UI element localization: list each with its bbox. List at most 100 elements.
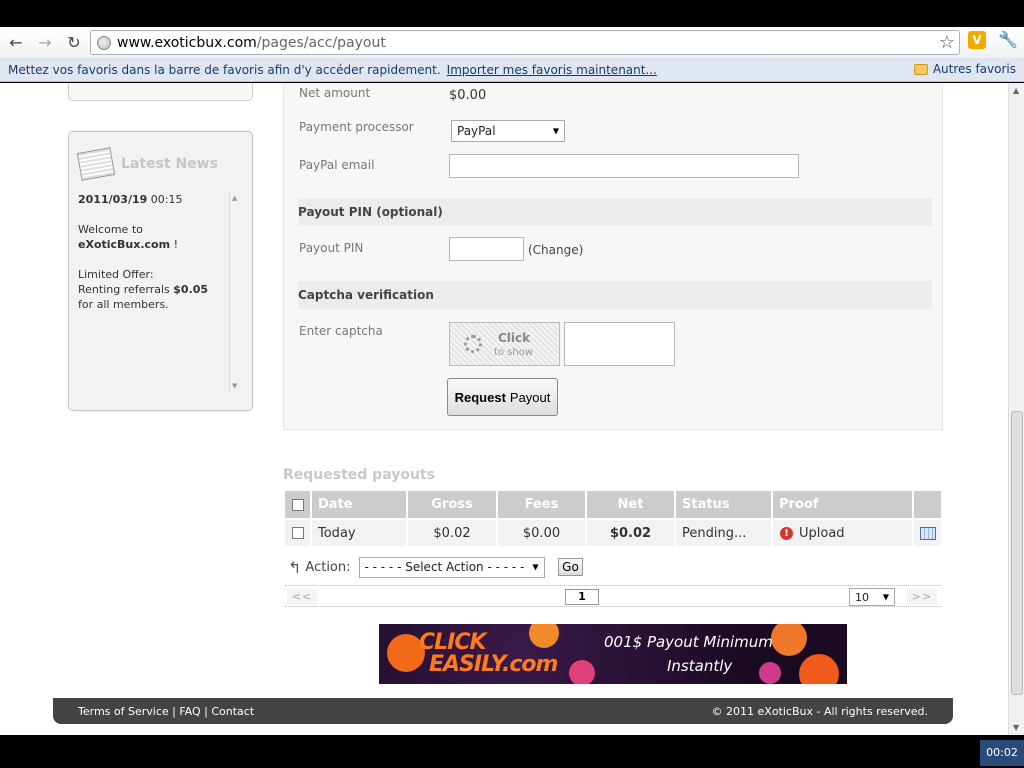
row-status: Pending... (676, 520, 771, 546)
news-offer: Limited Offer: Renting referrals $0.05 fo… (78, 268, 209, 311)
bubble-decoration (569, 660, 595, 684)
url-host: www.exoticbux.com (117, 34, 257, 51)
forward-icon[interactable]: → (32, 30, 58, 56)
scroll-down-icon[interactable]: ▼ (232, 382, 237, 390)
payout-form: Net amount $0.00 Payment processor PayPa… (283, 83, 943, 430)
payout-pin-label: Payout PIN (299, 241, 364, 255)
bookmark-star-icon[interactable]: ☆ (939, 32, 955, 53)
captcha-click-text: Click (498, 331, 531, 345)
column-header-fees[interactable]: Fees (498, 491, 585, 518)
request-payout-button[interactable]: Request Payout (447, 378, 558, 416)
sidebar-box-top (68, 83, 253, 101)
bulk-action-row: ↰ Action: - - - - - Select Action - - - … (288, 555, 545, 579)
page-scrollbar[interactable]: ▲ ▼ (1008, 83, 1024, 735)
next-page-button[interactable]: >> (907, 589, 937, 605)
go-button[interactable]: Go (558, 558, 583, 576)
news-date: 2011/03/19 00:15 (78, 193, 183, 206)
globe-icon (97, 35, 111, 50)
select-all-checkbox[interactable] (291, 498, 304, 511)
net-amount-label: Net amount (299, 86, 371, 100)
other-bookmarks-label: Autres favoris (932, 62, 1016, 76)
select-all-header (285, 491, 310, 518)
bookmarks-bar: Mettez vos favoris dans la barre de favo… (0, 58, 1024, 82)
prev-page-button[interactable]: << (287, 589, 317, 605)
row-checkbox[interactable] (291, 527, 304, 539)
table-row (285, 520, 310, 546)
payout-pin-input[interactable] (449, 237, 524, 261)
bubble-decoration (799, 654, 839, 684)
column-header-net[interactable]: Net (587, 491, 674, 518)
column-header-status[interactable]: Status (676, 491, 771, 518)
chevron-down-icon: ▼ (552, 126, 559, 136)
row-date: Today (312, 520, 406, 546)
news-header: Latest News (76, 147, 218, 181)
news-body: 2011/03/19 00:15 Welcome to eXoticBux.com… (78, 192, 226, 312)
bubble-decoration (759, 662, 781, 684)
net-amount-value: $0.00 (449, 88, 487, 103)
news-title: Latest News (121, 156, 218, 172)
column-header-extra (914, 491, 941, 518)
extension-icon[interactable]: V (968, 31, 986, 49)
wrench-icon[interactable]: 🔧 (998, 30, 1018, 49)
scroll-thumb[interactable] (1011, 411, 1023, 695)
row-fees: $0.00 (498, 520, 585, 546)
calendar-icon[interactable] (919, 526, 936, 540)
scroll-up-icon[interactable]: ▲ (1013, 86, 1019, 95)
page-number-input[interactable]: 1 (565, 589, 599, 605)
column-header-proof[interactable]: Proof (773, 491, 912, 518)
bookmarks-message: Mettez vos favoris dans la barre de favo… (8, 62, 441, 77)
bubble-decoration (529, 624, 559, 648)
taskbar-clock: 00:02 (980, 740, 1024, 766)
latest-news-box: Latest News 2011/03/19 00:15 Welcome to e… (68, 131, 253, 411)
address-bar[interactable]: www.exoticbux.com/pages/acc/payout ☆ (90, 30, 960, 55)
payout-pin-section-header: Payout PIN (optional) (298, 198, 932, 226)
scroll-up-icon[interactable]: ▲ (232, 194, 237, 202)
captcha-image[interactable]: Click to show (449, 322, 560, 366)
action-select-value: - - - - - Select Action - - - - - (364, 560, 525, 574)
banner-text-3: 001$ Payout Minimum (604, 633, 773, 651)
return-arrow-icon: ↰ (288, 557, 302, 577)
scroll-down-icon[interactable]: ▼ (1013, 723, 1019, 732)
bubble-decoration (771, 624, 807, 656)
banner-text-4: Instantly (667, 657, 733, 675)
row-net: $0.02 (587, 520, 674, 546)
page-viewport: Latest News 2011/03/19 00:15 Welcome to e… (0, 83, 1008, 735)
captcha-section-header: Captcha verification (298, 281, 932, 309)
captcha-input[interactable] (564, 322, 675, 366)
row-calendar (914, 520, 941, 546)
column-header-gross[interactable]: Gross (408, 491, 496, 518)
url-path: /pages/acc/payout (256, 34, 386, 51)
row-proof: ! Upload (773, 520, 912, 546)
banner-text-2: EASILY.com (429, 652, 558, 677)
chevron-down-icon: ▼ (532, 562, 539, 572)
other-bookmarks-button[interactable]: Autres favoris (913, 62, 1016, 76)
window-top-strip (0, 0, 1024, 27)
footer-links[interactable]: Terms of Service | FAQ | Contact (78, 705, 254, 718)
taskbar: 00:02 (0, 735, 1024, 768)
row-gross: $0.02 (408, 520, 496, 546)
per-page-select[interactable]: 10 ▼ (849, 588, 895, 606)
action-select[interactable]: - - - - - Select Action - - - - - ▼ (358, 556, 545, 578)
chevron-down-icon: ▼ (882, 592, 889, 602)
page-footer: Terms of Service | FAQ | Contact © 2011 … (53, 698, 953, 724)
payment-processor-select[interactable]: PayPal ▼ (451, 120, 565, 142)
captcha-label: Enter captcha (299, 324, 383, 338)
payment-processor-label: Payment processor (299, 120, 414, 134)
reload-icon[interactable]: ↻ (61, 30, 87, 56)
per-page-value: 10 (855, 590, 869, 604)
column-header-date[interactable]: Date (312, 491, 406, 518)
upload-link[interactable]: Upload (799, 526, 845, 541)
browser-toolbar: ← → ↻ www.exoticbux.com/pages/acc/payout… (0, 27, 1024, 58)
spinner-icon (464, 335, 482, 353)
paypal-email-input[interactable] (449, 154, 799, 178)
pin-change-link[interactable]: (Change) (528, 243, 583, 257)
pagination: << 1 10 ▼ >> (285, 585, 941, 607)
banner-ad[interactable]: CLICK EASILY.com 001$ Payout Minimum Ins… (379, 624, 847, 684)
news-welcome: Welcome to eXoticBux.com ! (78, 223, 178, 251)
news-scrollbar[interactable]: ▲ ▼ (229, 192, 241, 392)
action-label: Action: (305, 559, 351, 575)
paypal-email-label: PayPal email (299, 158, 375, 172)
captcha-show-text: to show (494, 347, 534, 358)
import-bookmarks-link[interactable]: Importer mes favoris maintenant... (447, 63, 657, 77)
back-icon[interactable]: ← (3, 30, 29, 56)
